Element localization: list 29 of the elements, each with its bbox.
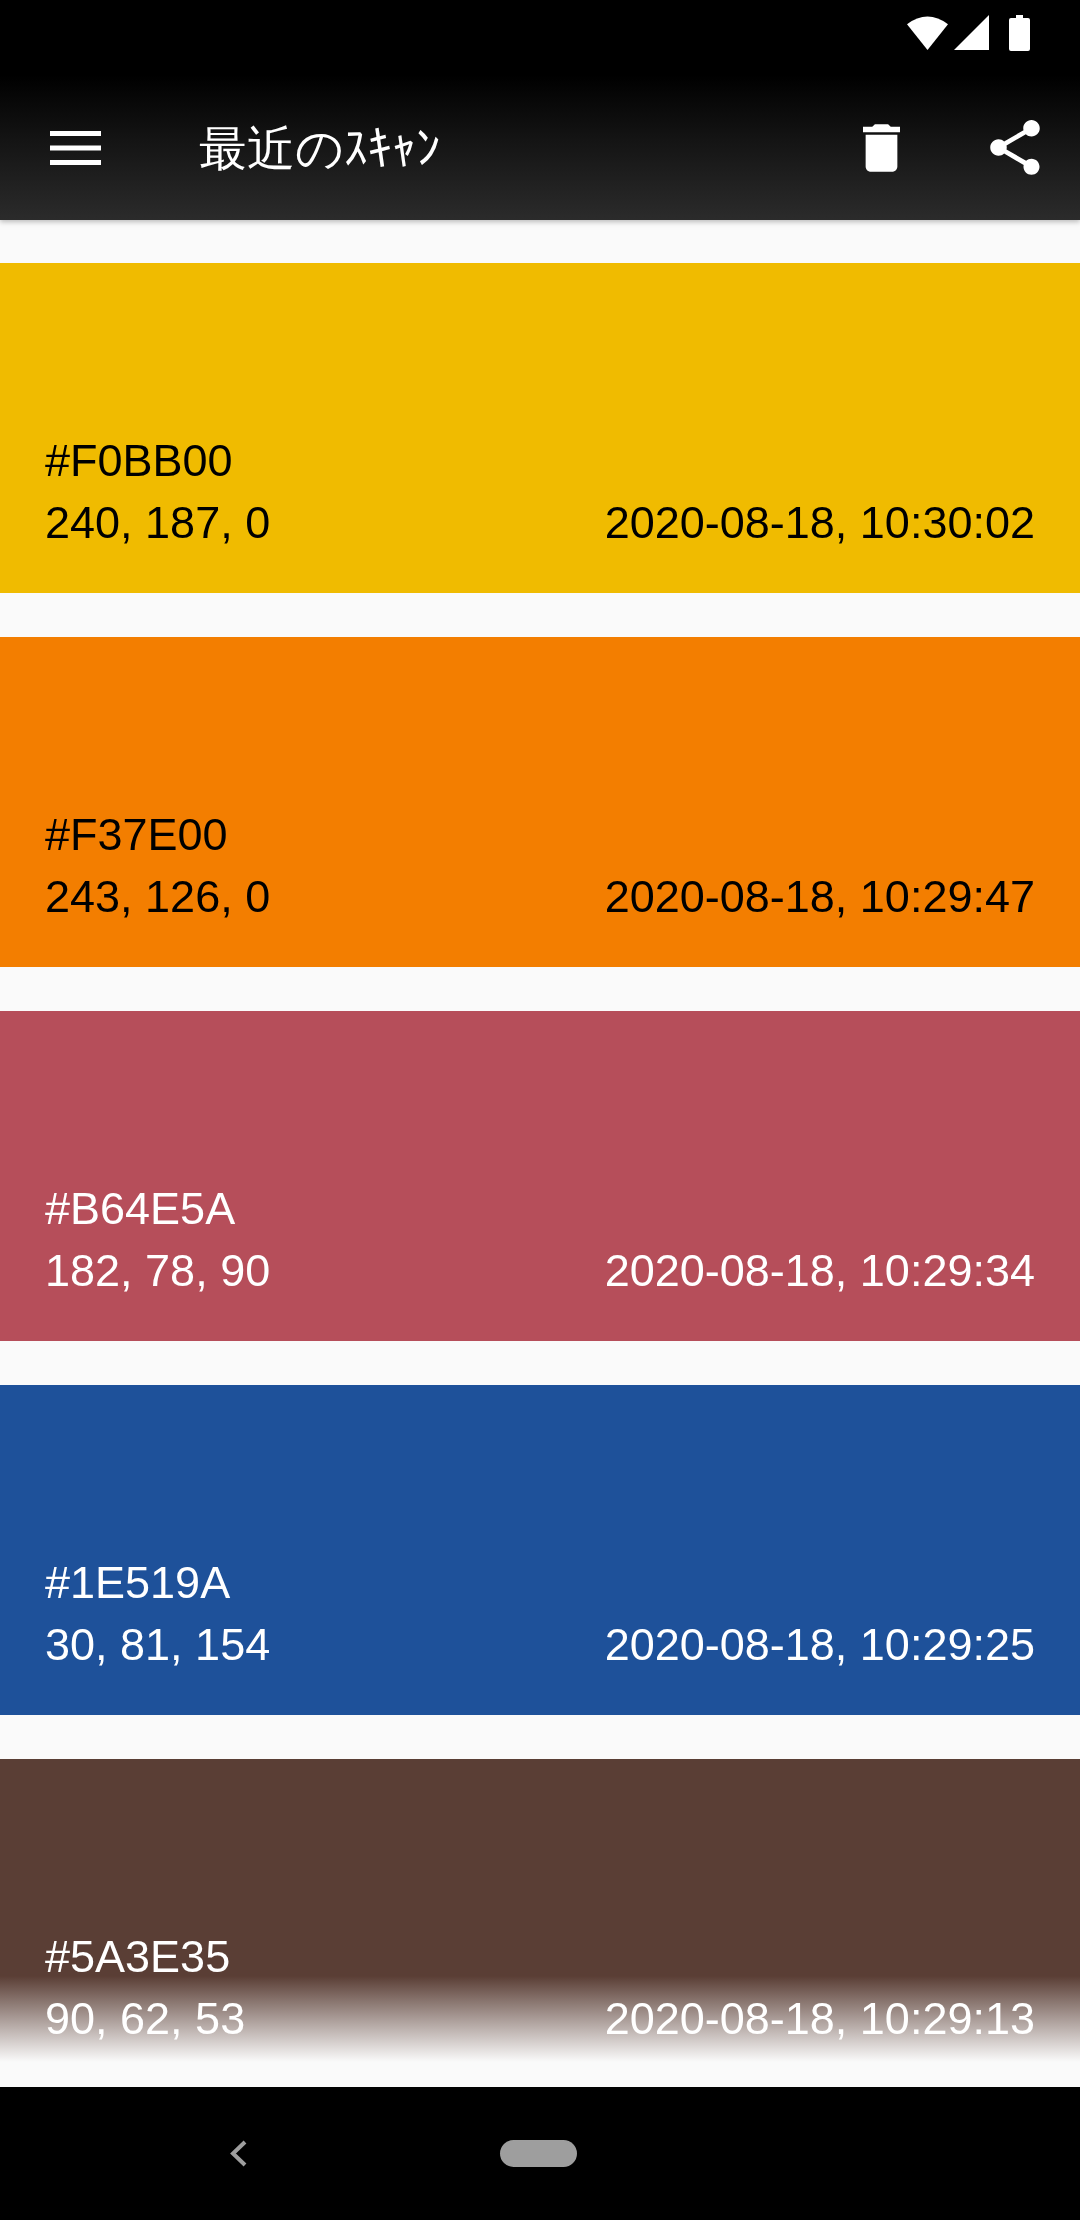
scan-timestamp: 2020-08-18, 10:29:47 xyxy=(604,870,1035,924)
battery-icon xyxy=(1009,15,1030,51)
color-card[interactable]: #5A3E35 90, 62, 53 2020-08-18, 10:29:13 xyxy=(0,1759,1080,2087)
menu-icon xyxy=(50,130,101,165)
color-card[interactable]: #1E519A 30, 81, 154 2020-08-18, 10:29:25 xyxy=(0,1385,1080,1715)
trash-icon xyxy=(863,123,900,172)
home-button[interactable] xyxy=(500,2140,577,2167)
color-card[interactable]: #B64E5A 182, 78, 90 2020-08-18, 10:29:34 xyxy=(0,1011,1080,1341)
hex-code: #5A3E35 xyxy=(45,1930,231,1984)
share-icon xyxy=(990,120,1040,175)
hex-code: #F37E00 xyxy=(45,808,228,862)
scan-timestamp: 2020-08-18, 10:29:25 xyxy=(604,1618,1035,1672)
scan-timestamp: 2020-08-18, 10:29:13 xyxy=(604,1992,1035,2046)
wifi-icon xyxy=(907,15,948,50)
back-icon xyxy=(230,2140,247,2167)
rgb-values: 182, 78, 90 xyxy=(45,1244,271,1298)
rgb-values: 90, 62, 53 xyxy=(45,1992,246,2046)
rgb-values: 240, 187, 0 xyxy=(45,496,271,550)
scan-timestamp: 2020-08-18, 10:29:34 xyxy=(604,1244,1035,1298)
scan-timestamp: 2020-08-18, 10:30:02 xyxy=(604,496,1035,550)
rgb-values: 243, 126, 0 xyxy=(45,870,271,924)
hex-code: #F0BB00 xyxy=(45,434,233,488)
rgb-values: 30, 81, 154 xyxy=(45,1618,271,1672)
signal-icon xyxy=(954,15,989,50)
color-card[interactable]: #F37E00 243, 126, 0 2020-08-18, 10:29:47 xyxy=(0,637,1080,967)
hex-code: #B64E5A xyxy=(45,1182,236,1236)
hex-code: #1E519A xyxy=(45,1556,231,1610)
app-title: 最近のｽｷｬﾝ xyxy=(199,118,440,178)
color-card[interactable]: #F0BB00 240, 187, 0 2020-08-18, 10:30:02 xyxy=(0,263,1080,593)
